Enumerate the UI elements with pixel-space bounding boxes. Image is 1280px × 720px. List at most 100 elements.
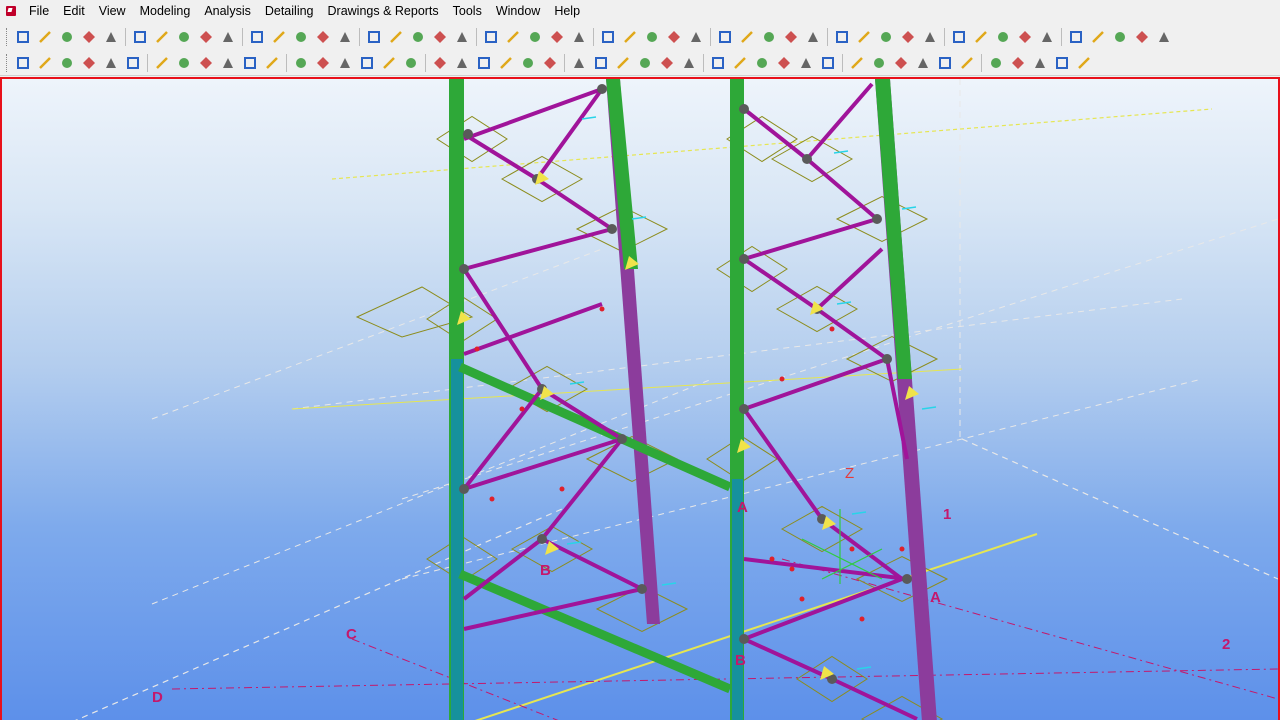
model-scene[interactable] bbox=[2, 79, 1278, 720]
pen-icon[interactable] bbox=[619, 26, 641, 48]
view-full-icon[interactable] bbox=[1073, 52, 1095, 74]
panel-icon[interactable] bbox=[1014, 26, 1036, 48]
save-icon[interactable] bbox=[56, 26, 78, 48]
more-icon[interactable] bbox=[1153, 26, 1175, 48]
sort-icon[interactable] bbox=[78, 52, 100, 74]
drawing-icon[interactable] bbox=[780, 26, 802, 48]
select-part-icon[interactable] bbox=[122, 52, 144, 74]
loft-icon[interactable] bbox=[1065, 26, 1087, 48]
grid-icon[interactable] bbox=[546, 26, 568, 48]
cut-line-icon[interactable] bbox=[429, 52, 451, 74]
plate-icon[interactable] bbox=[1036, 26, 1058, 48]
copy-special-icon[interactable] bbox=[173, 26, 195, 48]
menu-analysis[interactable]: Analysis bbox=[197, 1, 258, 21]
window-icon[interactable] bbox=[246, 26, 268, 48]
clash-icon[interactable] bbox=[685, 26, 707, 48]
slab-icon[interactable] bbox=[261, 52, 283, 74]
toolbar-grip[interactable] bbox=[6, 28, 9, 46]
new-icon[interactable] bbox=[12, 26, 34, 48]
smart-select-icon[interactable] bbox=[429, 26, 451, 48]
redo-icon[interactable] bbox=[100, 26, 122, 48]
triangle-icon[interactable] bbox=[890, 52, 912, 74]
pick-icon[interactable] bbox=[451, 26, 473, 48]
point-icon[interactable] bbox=[568, 26, 590, 48]
menu-modeling[interactable]: Modeling bbox=[133, 1, 198, 21]
class-icon[interactable] bbox=[714, 26, 736, 48]
measure-icon[interactable] bbox=[641, 26, 663, 48]
circle-snap-icon[interactable] bbox=[729, 52, 751, 74]
view-window-icon[interactable] bbox=[1029, 52, 1051, 74]
menu-file[interactable]: File bbox=[22, 1, 56, 21]
circle-icon[interactable] bbox=[868, 52, 890, 74]
point-line-icon[interactable] bbox=[590, 52, 612, 74]
menu-tools[interactable]: Tools bbox=[446, 1, 489, 21]
cross-icon[interactable] bbox=[597, 26, 619, 48]
group-icon[interactable] bbox=[495, 52, 517, 74]
beam-icon[interactable] bbox=[970, 26, 992, 48]
open-icon[interactable] bbox=[34, 26, 56, 48]
key-icon[interactable] bbox=[663, 26, 685, 48]
view-tile-icon[interactable] bbox=[1051, 52, 1073, 74]
move-icon[interactable] bbox=[151, 26, 173, 48]
zoom-original-icon[interactable] bbox=[795, 52, 817, 74]
cut-icon[interactable] bbox=[290, 26, 312, 48]
curved-beam-icon[interactable] bbox=[239, 52, 261, 74]
beam-icon[interactable] bbox=[195, 52, 217, 74]
check-icon[interactable] bbox=[956, 52, 978, 74]
end-icon[interactable] bbox=[656, 52, 678, 74]
column-icon[interactable] bbox=[173, 52, 195, 74]
frame-icon[interactable] bbox=[268, 26, 290, 48]
lock-icon[interactable] bbox=[897, 26, 919, 48]
filter-icon[interactable] bbox=[100, 52, 122, 74]
help-icon[interactable] bbox=[524, 26, 546, 48]
explode-icon[interactable] bbox=[312, 26, 334, 48]
tekla-app-icon[interactable] bbox=[6, 6, 16, 16]
snap-icon[interactable] bbox=[1131, 26, 1153, 48]
binoculars-icon[interactable] bbox=[334, 52, 356, 74]
menu-drawings-reports[interactable]: Drawings & Reports bbox=[321, 1, 446, 21]
polybeam-icon[interactable] bbox=[217, 52, 239, 74]
mirror-icon[interactable] bbox=[195, 26, 217, 48]
view-open-icon[interactable] bbox=[363, 26, 385, 48]
number-icon[interactable] bbox=[736, 26, 758, 48]
component-2-icon[interactable] bbox=[502, 26, 524, 48]
view-front-icon[interactable] bbox=[385, 26, 407, 48]
zoom-in-icon[interactable] bbox=[751, 52, 773, 74]
zoom-out-icon[interactable] bbox=[773, 52, 795, 74]
properties-icon[interactable] bbox=[356, 52, 378, 74]
angle-icon[interactable] bbox=[934, 52, 956, 74]
report-icon[interactable] bbox=[758, 26, 780, 48]
weld-icon[interactable] bbox=[1109, 26, 1131, 48]
line-icon[interactable] bbox=[568, 52, 590, 74]
component-icon[interactable] bbox=[480, 26, 502, 48]
view-icon[interactable] bbox=[290, 52, 312, 74]
points-icon[interactable] bbox=[378, 52, 400, 74]
select-assembly-icon[interactable] bbox=[151, 52, 173, 74]
menu-detailing[interactable]: Detailing bbox=[258, 1, 321, 21]
component-icon[interactable] bbox=[312, 52, 334, 74]
slab-icon[interactable] bbox=[992, 26, 1014, 48]
undo-icon[interactable] bbox=[78, 26, 100, 48]
help-context-icon[interactable] bbox=[34, 52, 56, 74]
view-new-icon[interactable] bbox=[334, 26, 356, 48]
pin-icon[interactable] bbox=[853, 26, 875, 48]
menu-edit[interactable]: Edit bbox=[56, 1, 92, 21]
query-icon[interactable] bbox=[56, 52, 78, 74]
help-select-icon[interactable] bbox=[12, 52, 34, 74]
doc-manager-icon[interactable] bbox=[802, 26, 824, 48]
snap-point-icon[interactable] bbox=[707, 52, 729, 74]
mid-icon[interactable] bbox=[634, 52, 656, 74]
grid-snap-icon[interactable] bbox=[539, 52, 561, 74]
toolbar-grip[interactable] bbox=[6, 53, 9, 72]
arrow-icon[interactable] bbox=[1007, 52, 1029, 74]
inquire-icon[interactable] bbox=[875, 26, 897, 48]
arrow-right-icon[interactable] bbox=[831, 26, 853, 48]
box-icon[interactable] bbox=[817, 52, 839, 74]
components-icon[interactable] bbox=[517, 52, 539, 74]
cross-icon[interactable] bbox=[912, 52, 934, 74]
view-3d-icon[interactable] bbox=[407, 26, 429, 48]
nearest-icon[interactable] bbox=[678, 52, 700, 74]
rect-icon[interactable] bbox=[846, 52, 868, 74]
perp-icon[interactable] bbox=[612, 52, 634, 74]
column-icon[interactable] bbox=[948, 26, 970, 48]
